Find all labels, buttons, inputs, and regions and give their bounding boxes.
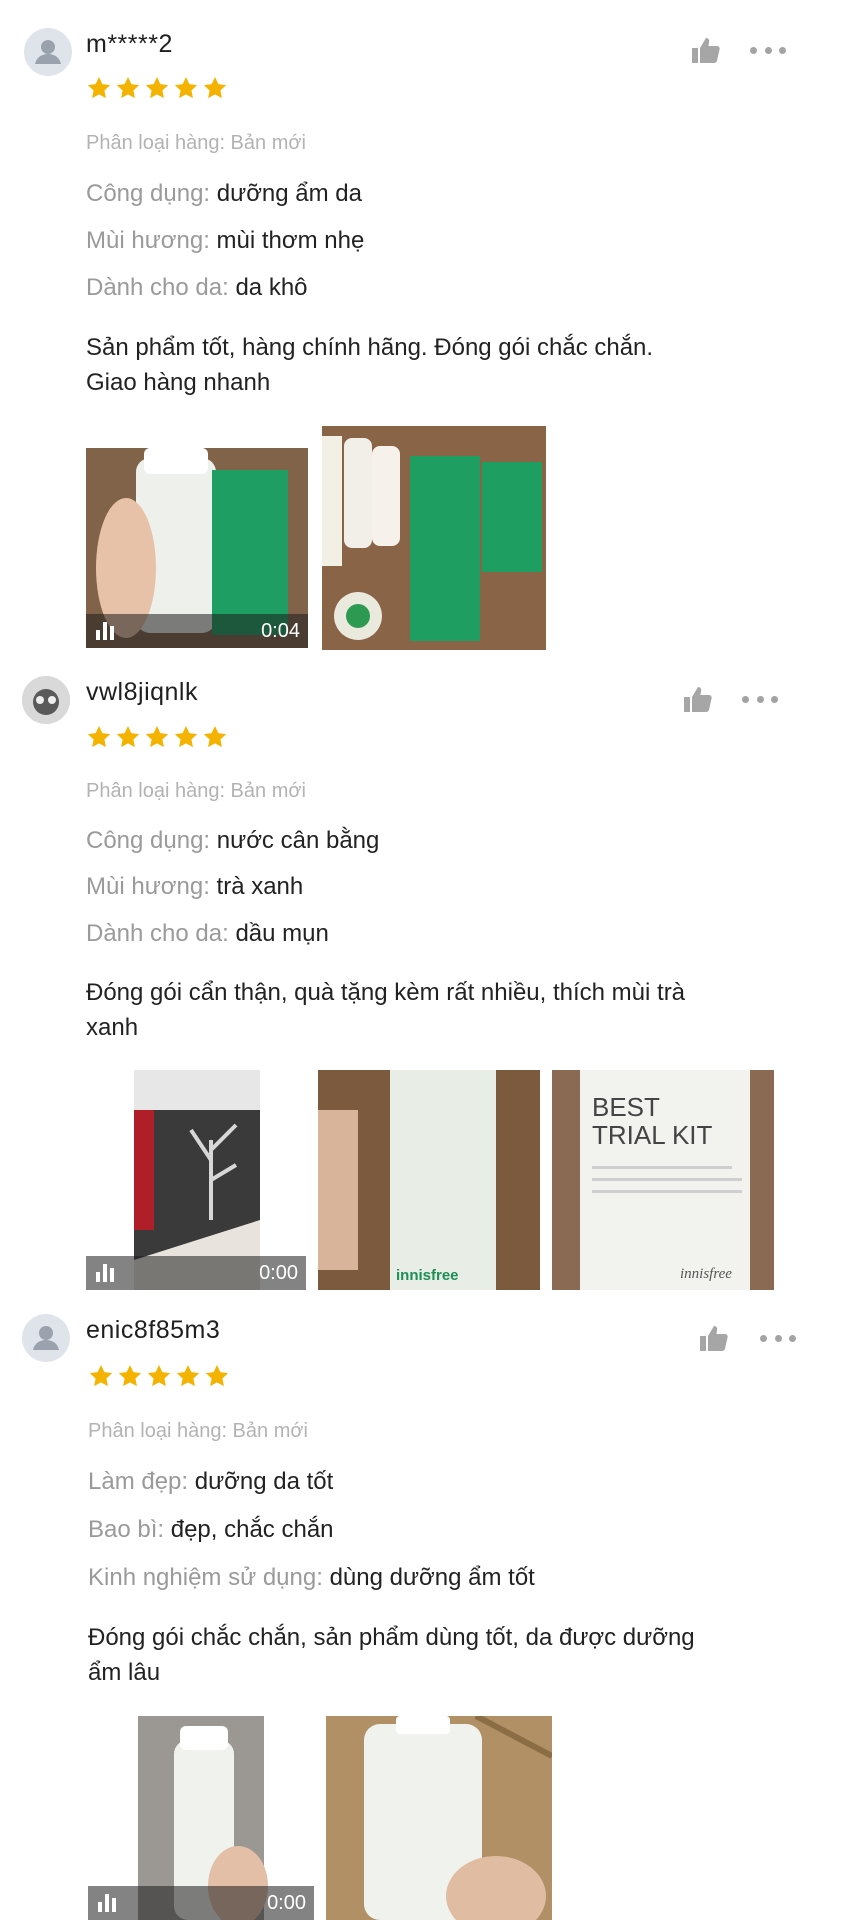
product-variant: Phân loại hàng: Bản mới bbox=[88, 1420, 308, 1442]
more-dot bbox=[760, 1334, 767, 1342]
more-dot bbox=[789, 1334, 796, 1342]
review-photo[interactable] bbox=[326, 1716, 552, 1920]
attribute-key: Bao bì: bbox=[88, 1516, 165, 1543]
video-bars-icon bbox=[98, 1894, 116, 1912]
attribute-value: dưỡng da tốt bbox=[194, 1468, 334, 1495]
comment-line: ẩm lâu bbox=[88, 1659, 161, 1686]
more-options-button[interactable] bbox=[760, 1332, 796, 1344]
attribute-value: dùng dưỡng ẩm tốt bbox=[329, 1564, 535, 1591]
attribute-value: đẹp, chắc chắn bbox=[170, 1516, 334, 1543]
video-duration: 0:00 bbox=[267, 1892, 306, 1914]
reviewer-name[interactable]: enic8f85m3 bbox=[86, 1316, 220, 1345]
comment-line: Đóng gói chắc chắn, sản phẩm dùng tốt, d… bbox=[88, 1624, 695, 1651]
avatar[interactable] bbox=[22, 1314, 70, 1362]
attribute-key: Làm đẹp: bbox=[88, 1468, 189, 1495]
star-icon bbox=[204, 1363, 230, 1389]
attribute-key: Kinh nghiệm sử dụng: bbox=[88, 1564, 323, 1591]
attribute-row: Kinh nghiệm sử dụng: dùng dưỡng ẩm tốt bbox=[88, 1564, 535, 1592]
star-icon bbox=[146, 1363, 172, 1389]
user-placeholder-icon bbox=[22, 1314, 70, 1362]
review-comment: Đóng gói chắc chắn, sản phẩm dùng tốt, d… bbox=[88, 1620, 808, 1690]
thumbs-up-icon bbox=[698, 1323, 730, 1353]
more-dot bbox=[774, 1334, 782, 1342]
star-icon bbox=[117, 1363, 143, 1389]
review-video-thumbnail[interactable]: 0:00 bbox=[88, 1716, 314, 1920]
star-icon bbox=[88, 1363, 114, 1389]
review-card: enic8f85m3 Phân loại hàng: Bản mới Làm đ… bbox=[0, 0, 856, 1920]
star-rating bbox=[88, 1363, 230, 1389]
like-button[interactable] bbox=[698, 1323, 730, 1353]
photo-content bbox=[326, 1716, 552, 1920]
video-overlay: 0:00 bbox=[88, 1886, 314, 1920]
attribute-row: Làm đẹp: dưỡng da tốt bbox=[88, 1468, 333, 1496]
attribute-row: Bao bì: đẹp, chắc chắn bbox=[88, 1516, 334, 1544]
star-icon bbox=[175, 1363, 201, 1389]
